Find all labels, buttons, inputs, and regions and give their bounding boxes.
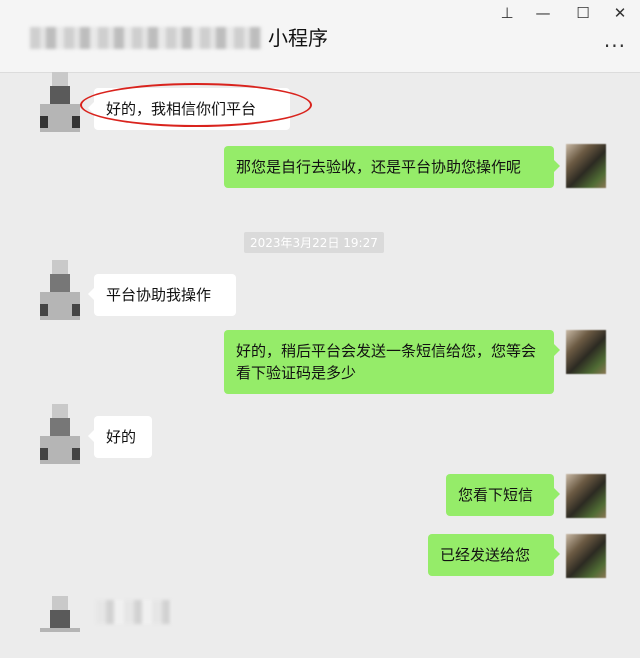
contact-avatar[interactable] — [40, 404, 80, 466]
contact-avatar[interactable] — [40, 72, 80, 134]
message-text: 好的 — [106, 428, 137, 446]
title-bar: 小程序 ⊥ — ☐ ✕ ··· — [0, 0, 640, 73]
contact-avatar[interactable] — [40, 260, 80, 322]
more-options-icon[interactable]: ··· — [604, 34, 626, 58]
message-text: 平台协助我操作 — [106, 286, 212, 304]
maximize-icon[interactable]: ☐ — [573, 4, 593, 22]
close-icon[interactable]: ✕ — [610, 4, 630, 22]
self-avatar[interactable] — [566, 330, 606, 374]
self-avatar[interactable] — [566, 534, 606, 578]
message-text: 已经发送给您 — [440, 546, 531, 564]
message-bubble-received[interactable]: 好的 — [88, 416, 152, 458]
window-title: 小程序 — [268, 26, 328, 50]
contact-avatar[interactable] — [40, 596, 80, 658]
timestamp-label: 2023年3月22日 19:27 — [244, 232, 384, 253]
message-bubble-received[interactable]: 平台协助我操作 — [88, 274, 236, 316]
message-bubble-sent[interactable]: 您看下短信 — [446, 474, 560, 516]
message-bubble-sent[interactable]: 已经发送给您 — [428, 534, 560, 576]
message-text: 那您是自行去验收，还是平台协助您操作呢 — [236, 158, 522, 176]
pin-icon[interactable]: ⊥ — [497, 4, 517, 22]
minimize-icon[interactable]: — — [533, 4, 553, 22]
message-text: 好的，稍后平台会发送一条短信给您，您等会看下验证码是多少 — [236, 342, 537, 382]
message-text: 好的，我相信你们平台 — [106, 100, 257, 118]
self-avatar[interactable] — [566, 144, 606, 188]
message-bubble-received[interactable]: 好的，我相信你们平台 — [88, 88, 290, 130]
message-bubble-sent[interactable]: 好的，稍后平台会发送一条短信给您，您等会看下验证码是多少 — [224, 330, 560, 394]
message-bubble-sent[interactable]: 那您是自行去验收，还是平台协助您操作呢 — [224, 146, 560, 188]
message-text: 您看下短信 — [458, 486, 534, 504]
blurred-contact-name — [30, 27, 262, 49]
self-avatar[interactable] — [566, 474, 606, 518]
blurred-message-preview — [96, 600, 172, 624]
